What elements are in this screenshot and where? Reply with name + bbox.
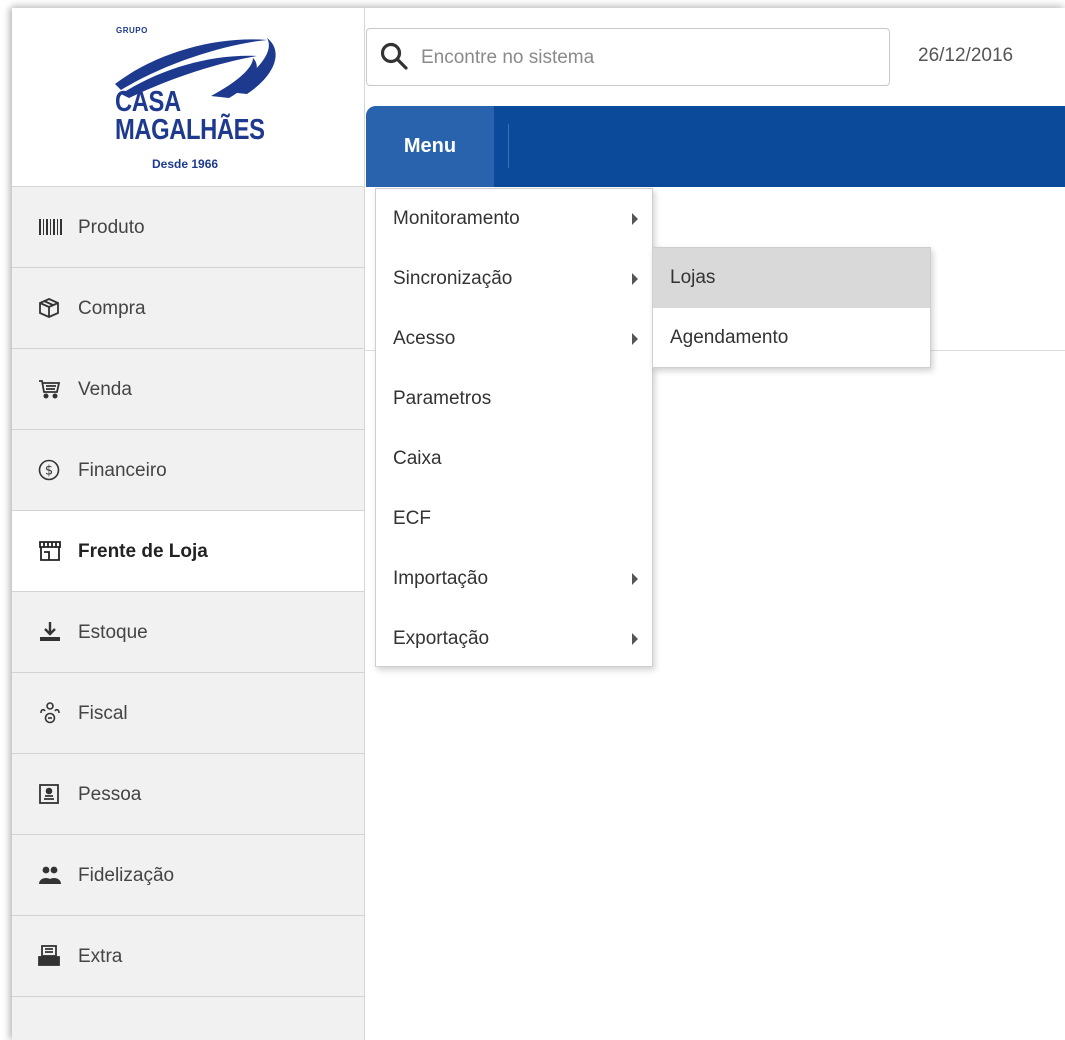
sidebar-nav: Produto Compra Venda $ Financeiro Frente… xyxy=(12,187,364,997)
logo-casa-text: CASA xyxy=(115,86,181,118)
dropdown-menu: Monitoramento Sincronização Acesso Param… xyxy=(375,188,653,667)
sidebar: GRUPO CASA MAGALHÃES Desde 1966 Produto xyxy=(12,8,365,1040)
app-window: GRUPO CASA MAGALHÃES Desde 1966 Produto xyxy=(12,8,1065,1040)
submenu-arrow-icon xyxy=(632,333,638,345)
menu-item-label: Monitoramento xyxy=(393,208,520,229)
submenu-item-lojas[interactable]: Lojas xyxy=(653,248,930,308)
menu-separator xyxy=(508,124,509,168)
sidebar-item-pessoa[interactable]: Pessoa xyxy=(12,754,364,835)
menu-item-label: Importação xyxy=(393,568,489,589)
sidebar-item-label: Extra xyxy=(78,945,123,967)
sidebar-item-extra[interactable]: Extra xyxy=(12,916,364,997)
menu-item-sincronizacao[interactable]: Sincronização xyxy=(376,249,652,309)
sidebar-item-label: Produto xyxy=(78,216,145,238)
menu-item-monitoramento[interactable]: Monitoramento xyxy=(376,189,652,249)
logo-magalhaes-text: MAGALHÃES xyxy=(115,114,265,146)
menu-item-importacao[interactable]: Importação xyxy=(376,549,652,609)
sidebar-item-label: Estoque xyxy=(78,621,148,643)
menu-item-ecf[interactable]: ECF xyxy=(376,489,652,549)
search-icon xyxy=(379,41,409,76)
submenu-sincronizacao: Lojas Agendamento xyxy=(652,247,931,368)
sidebar-item-estoque[interactable]: Estoque xyxy=(12,592,364,673)
tax-icon xyxy=(38,700,68,726)
menu-item-parametros[interactable]: Parametros xyxy=(376,369,652,429)
sidebar-item-fidelizacao[interactable]: Fidelização xyxy=(12,835,364,916)
menu-button[interactable]: Menu xyxy=(366,106,494,187)
submenu-arrow-icon xyxy=(632,633,638,645)
current-date: 26/12/2016 xyxy=(918,45,1014,66)
sidebar-item-produto[interactable]: Produto xyxy=(12,187,364,268)
menu-item-exportacao[interactable]: Exportação xyxy=(376,609,652,669)
menu-item-acesso[interactable]: Acesso xyxy=(376,309,652,369)
sidebar-item-label: Fidelização xyxy=(78,864,175,886)
menu-item-label: Exportação xyxy=(393,628,490,649)
logo[interactable]: GRUPO CASA MAGALHÃES Desde 1966 xyxy=(12,8,364,187)
sidebar-item-frente-de-loja[interactable]: Frente de Loja xyxy=(12,511,364,592)
download-icon xyxy=(38,619,68,645)
submenu-item-agendamento[interactable]: Agendamento xyxy=(653,308,930,368)
submenu-arrow-icon xyxy=(632,213,638,225)
id-card-icon xyxy=(38,781,68,807)
box-icon xyxy=(38,295,68,321)
cart-icon xyxy=(38,376,68,402)
submenu-item-label: Agendamento xyxy=(670,327,789,348)
store-icon xyxy=(38,538,68,564)
menu-item-label: Parametros xyxy=(393,388,492,409)
sidebar-item-label: Fiscal xyxy=(78,702,128,724)
submenu-arrow-icon xyxy=(632,273,638,285)
svg-text:$: $ xyxy=(45,464,53,479)
sidebar-item-label: Compra xyxy=(78,297,146,319)
sidebar-item-venda[interactable]: Venda xyxy=(12,349,364,430)
sidebar-item-label: Financeiro xyxy=(78,459,167,481)
dollar-icon: $ xyxy=(38,457,68,483)
sidebar-item-label: Venda xyxy=(78,378,132,400)
menu-button-label: Menu xyxy=(403,135,457,157)
submenu-arrow-icon xyxy=(632,573,638,585)
menu-item-caixa[interactable]: Caixa xyxy=(376,429,652,489)
sidebar-item-label: Pessoa xyxy=(78,783,142,805)
logo-grupo-text: GRUPO xyxy=(116,26,148,35)
search-input[interactable] xyxy=(419,43,863,73)
submenu-item-label: Lojas xyxy=(670,267,716,288)
sidebar-item-fiscal[interactable]: Fiscal xyxy=(12,673,364,754)
menu-item-label: Caixa xyxy=(393,448,442,469)
menu-item-label: Acesso xyxy=(393,328,456,349)
sidebar-item-financeiro[interactable]: $ Financeiro xyxy=(12,430,364,511)
menu-item-label: ECF xyxy=(393,508,431,529)
menu-bar: Menu xyxy=(366,106,1065,187)
logo-since-text: Desde 1966 xyxy=(152,157,219,171)
printer-icon xyxy=(38,943,68,969)
search-box[interactable] xyxy=(366,28,890,86)
people-icon xyxy=(38,862,68,888)
sidebar-item-label: Frente de Loja xyxy=(78,540,208,562)
menu-item-label: Sincronização xyxy=(393,268,513,289)
sidebar-item-compra[interactable]: Compra xyxy=(12,268,364,349)
barcode-icon xyxy=(38,214,68,240)
